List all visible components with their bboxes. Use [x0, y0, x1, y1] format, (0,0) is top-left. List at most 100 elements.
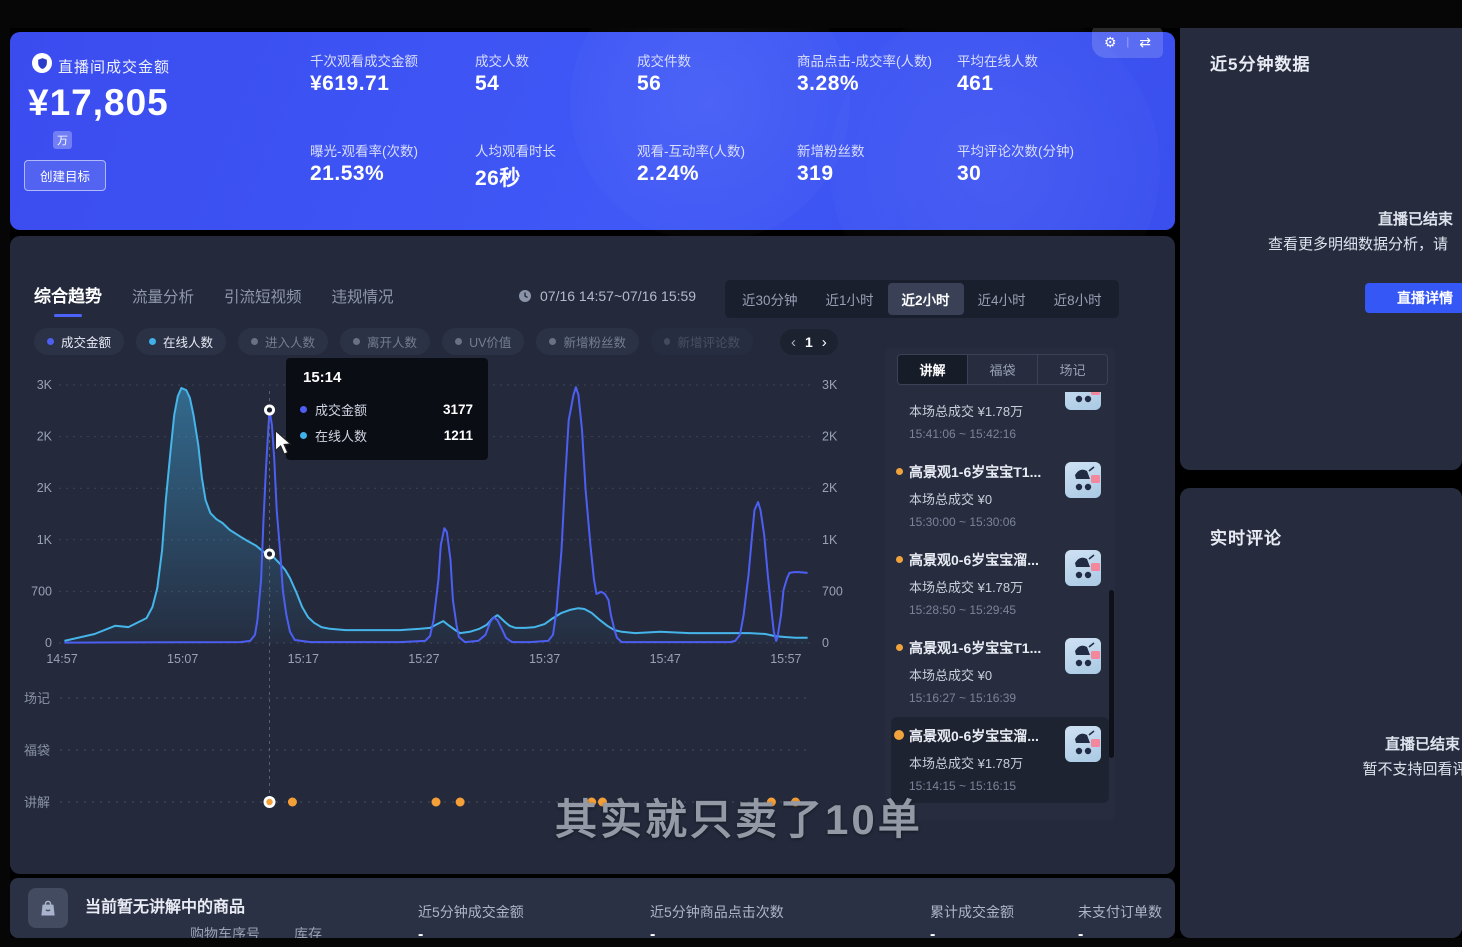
current-product-bar: 当前暂无讲解中的商品 购物车序号 库存 近5分钟成交金额 - 近5分钟商品点击次… [10, 878, 1175, 938]
stroller-image [1065, 462, 1101, 498]
five-min-title: 近5分钟数据 [1210, 50, 1310, 75]
explain-tab-luckybag[interactable]: 福袋 [968, 355, 1038, 384]
product-title: 高景观0-6岁宝宝溜... [909, 392, 1057, 394]
metric-column: 平均在线人数 461 平均评论次数(分钟) 30 [957, 32, 1127, 230]
comments-title: 实时评论 [1210, 524, 1282, 549]
product-time-range: 15:16:27 ~ 15:16:39 [909, 691, 1099, 705]
product-title: 高景观1-6岁宝宝T1... [909, 638, 1057, 658]
svg-text:15:17: 15:17 [288, 652, 319, 666]
stroller-image [1065, 550, 1101, 586]
explain-list-item[interactable]: 高景观1-6岁宝宝T1... 本场总成交 ¥0 15:30:00 ~ 15:30… [891, 453, 1109, 539]
explain-event-dot [288, 798, 297, 807]
metric-label: 商品点击-成交率(人数) [797, 50, 932, 70]
letterbox-bottom [0, 938, 1462, 947]
svg-text:15:57: 15:57 [770, 652, 801, 666]
explain-list-item[interactable]: 高景观0-6岁宝宝溜... 本场总成交 ¥1.78万 15:28:50 ~ 15… [891, 541, 1109, 627]
tooltip-label: 成交金额 [315, 400, 367, 419]
metric-label: 人均观看时长 [475, 140, 556, 160]
create-goal-button[interactable]: 创建目标 [24, 160, 106, 191]
bottom-metric-value: - [1078, 926, 1083, 938]
svg-text:3K: 3K [37, 378, 53, 392]
switch-view-icon[interactable]: ⇄ [1139, 34, 1151, 51]
svg-text:2K: 2K [37, 430, 53, 444]
metric-value: 319 [797, 162, 834, 186]
explain-list-item-selected[interactable]: 高景观0-6岁宝宝溜... 本场总成交 ¥1.78万 15:14:15 ~ 15… [891, 717, 1109, 803]
mouse-cursor [272, 430, 294, 456]
video-caption: 其实就只卖了10单 [555, 786, 923, 847]
product-title: 高景观0-6岁宝宝溜... [909, 550, 1057, 570]
cart-index-label: 购物车序号 [190, 924, 260, 938]
kpi-banner: 直播间成交金额 ¥17,805 万 创建目标 ⚙ | ⇄ 千次观看成交金额 ¥6… [10, 32, 1175, 230]
metric-label: 平均在线人数 [957, 50, 1038, 70]
product-sub-labels: 购物车序号 库存 [190, 924, 322, 938]
bottom-metric-label: 未支付订单数 [1078, 902, 1162, 922]
svg-text:1K: 1K [37, 533, 53, 547]
svg-text:15:27: 15:27 [408, 652, 439, 666]
explain-list[interactable]: 高景观0-6岁宝宝溜... 本场总成交 ¥1.78万 15:41:06 ~ 15… [891, 392, 1109, 814]
bottom-metric-label: 近5分钟成交金额 [418, 902, 524, 922]
svg-text:1K: 1K [822, 533, 838, 547]
stroller-image [1065, 638, 1101, 674]
bottom-metric-value: - [930, 926, 935, 938]
banner-title: 直播间成交金额 [58, 56, 170, 77]
metric-value: 30 [957, 162, 981, 186]
explain-tab-log[interactable]: 场记 [1038, 355, 1107, 384]
gmv-value: ¥17,805 [28, 82, 169, 124]
live-detail-button[interactable]: 直播详情 [1365, 283, 1462, 313]
no-explaining-product-title: 当前暂无讲解中的商品 [85, 893, 245, 917]
explain-list-item[interactable]: 高景观1-6岁宝宝T1... 本场总成交 ¥0 15:16:27 ~ 15:16… [891, 629, 1109, 715]
metric-value: ¥619.71 [310, 72, 389, 96]
comments-empty-state: 直播已结束 暂不支持回看评论 [1330, 732, 1462, 782]
explain-tabs: 讲解 福袋 场记 [897, 354, 1108, 385]
svg-text:14:57: 14:57 [46, 652, 77, 666]
product-time-range: 15:41:06 ~ 15:42:16 [909, 427, 1099, 441]
product-time-range: 15:14:15 ~ 15:16:15 [909, 779, 1099, 793]
metric-label: 新增粉丝数 [797, 140, 865, 160]
svg-text:讲解: 讲解 [24, 795, 50, 810]
metric-column: 成交人数 54 人均观看时长 26秒 [475, 32, 645, 230]
trend-panel: 综合趋势 流量分析 引流短视频 违规情况 07/16 14:57~07/16 1… [10, 236, 1175, 874]
metric-label: 观看-互动率(人数) [637, 140, 745, 160]
shield-icon [32, 53, 52, 73]
stroller-image [1065, 726, 1101, 762]
metric-column: 千次观看成交金额 ¥619.71 曝光-观看率(次数) 21.53% [310, 32, 480, 230]
stock-label: 库存 [294, 924, 322, 938]
explain-tab-explain[interactable]: 讲解 [898, 355, 968, 384]
gmv-unit-badge: 万 [53, 131, 72, 149]
explain-dot [896, 556, 903, 563]
metric-value: 3.28% [797, 72, 859, 96]
metric-column: 商品点击-成交率(人数) 3.28% 新增粉丝数 319 [797, 32, 967, 230]
svg-text:0: 0 [822, 636, 829, 650]
bottom-metric-label: 近5分钟商品点击次数 [650, 902, 784, 922]
tooltip-row: 在线人数 1211 [300, 426, 473, 445]
see-more-text: 查看更多明细数据分析，请 [1268, 233, 1448, 254]
bottom-metric-value: - [418, 926, 423, 938]
product-title: 高景观1-6岁宝宝T1... [909, 462, 1057, 482]
scrollbar-thumb[interactable] [1109, 590, 1114, 758]
explain-dot [896, 468, 903, 475]
explain-dot [894, 730, 904, 740]
comments-ended-text: 直播已结束 [1330, 732, 1462, 757]
svg-text:3K: 3K [822, 378, 838, 392]
svg-text:2K: 2K [822, 430, 838, 444]
metric-label: 千次观看成交金额 [310, 50, 418, 70]
bottom-metric-label: 累计成交金额 [930, 902, 1014, 922]
explain-panel: 讲解 福袋 场记 高景观0-6岁宝宝溜... 本场总成交 ¥1.78万 15:4… [885, 348, 1115, 820]
metric-value: 56 [637, 72, 661, 96]
svg-text:15:37: 15:37 [529, 652, 560, 666]
metric-value: 26秒 [475, 162, 521, 192]
product-time-range: 15:30:00 ~ 15:30:06 [909, 515, 1099, 529]
live-ended-text: 直播已结束 [1378, 208, 1453, 229]
svg-text:700: 700 [822, 584, 843, 598]
realtime-comments-card: 实时评论 直播已结束 暂不支持回看评论 [1180, 488, 1462, 938]
explain-list-item[interactable]: 高景观0-6岁宝宝溜... 本场总成交 ¥1.78万 15:41:06 ~ 15… [891, 392, 1109, 451]
chart-tooltip: 15:14 成交金额 3177 在线人数 1211 [286, 358, 488, 460]
tooltip-value: 3177 [443, 402, 473, 417]
svg-text:场记: 场记 [24, 691, 50, 706]
tooltip-dot [300, 432, 307, 439]
metric-column: 成交件数 56 观看-互动率(人数) 2.24% [637, 32, 807, 230]
letterbox-top [0, 0, 1462, 28]
product-thumbnail [1065, 638, 1101, 674]
shopping-bag-icon [28, 888, 68, 928]
product-thumbnail [1065, 392, 1101, 410]
